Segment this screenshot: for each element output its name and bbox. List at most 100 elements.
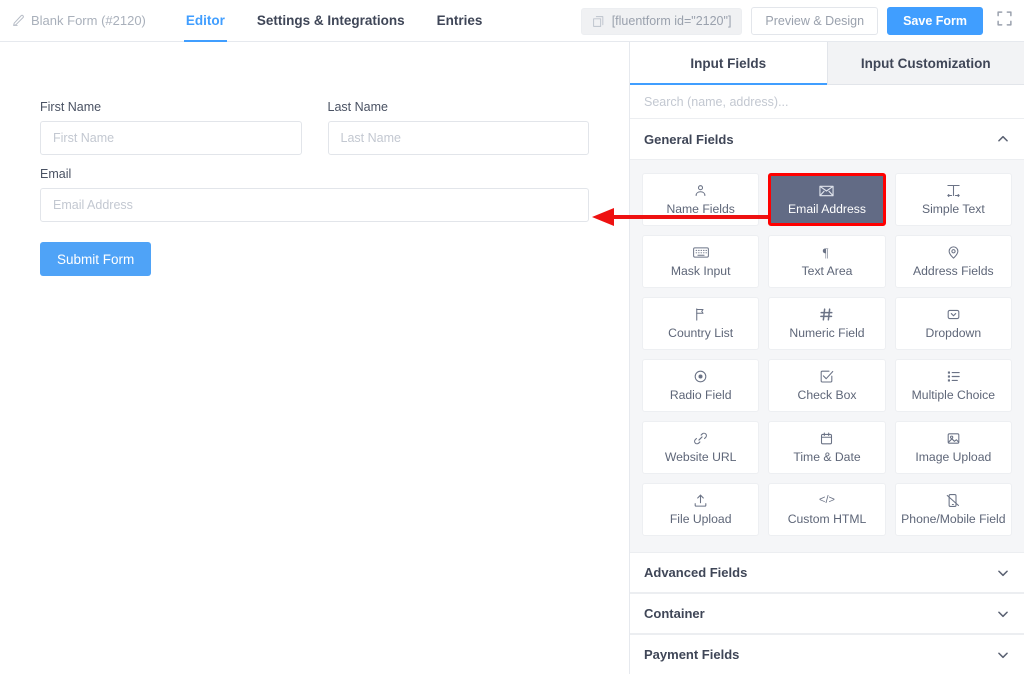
field-tile-grid: Name Fields Email Address Simple Text Mask … (630, 160, 1024, 552)
phone-icon (946, 493, 961, 508)
toolbar-actions: [fluentform id="2120"] Preview & Design … (580, 0, 1024, 42)
field-tile-label: Image Upload (915, 450, 992, 464)
section-general-fields-header[interactable]: General Fields (630, 119, 1024, 160)
keyboard-icon (692, 245, 709, 260)
section-payment-fields[interactable]: Payment Fields (630, 634, 1024, 674)
field-tile-label: Email Address (788, 202, 866, 216)
tab-entries[interactable]: Entries (421, 0, 499, 42)
form-preview: First Name Last Name Email Submit Form (0, 42, 629, 276)
chevron-down-icon (996, 607, 1010, 621)
chevron-up-icon (996, 132, 1010, 146)
field-tile-label: Custom HTML (787, 512, 867, 526)
main-nav-tabs: Editor Settings & Integrations Entries (170, 0, 499, 42)
email-input[interactable] (40, 188, 589, 222)
field-tile-label: Numeric Field (789, 326, 865, 340)
search-wrap (630, 85, 1024, 119)
field-tile-label: Radio Field (669, 388, 732, 402)
shortcode-text: [fluentform id="2120"] (611, 14, 732, 28)
code-icon: </> (819, 494, 835, 506)
field-tile-text-area[interactable]: ¶ Text Area (768, 235, 886, 288)
map-pin-icon (946, 245, 961, 260)
envelope-icon (819, 183, 835, 198)
field-tile-label: Time & Date (793, 450, 861, 464)
tab-input-fields-label: Input Fields (690, 55, 767, 71)
field-tile-multiple-choice[interactable]: Multiple Choice (894, 359, 1012, 412)
section-advanced-fields-title: Advanced Fields (644, 565, 748, 580)
form-editor-canvas: First Name Last Name Email Submit Form (0, 42, 630, 674)
hash-icon (819, 307, 834, 322)
field-tile-label: Dropdown (925, 326, 982, 340)
field-tile-label: Multiple Choice (911, 388, 995, 402)
search-input[interactable] (630, 85, 1024, 118)
submit-row: Submit Form (40, 242, 589, 276)
field-tile-phone-mobile-field[interactable]: Phone/Mobile Field (894, 483, 1012, 536)
first-name-input[interactable] (40, 121, 302, 155)
link-icon (693, 431, 708, 446)
field-tile-country-list[interactable]: Country List (642, 297, 760, 350)
field-tile-label: File Upload (669, 512, 732, 526)
field-tile-check-box[interactable]: Check Box (768, 359, 886, 412)
tab-editor[interactable]: Editor (170, 0, 241, 42)
form-title[interactable]: Blank Form (#2120) (12, 13, 146, 28)
copy-icon (592, 15, 605, 28)
field-tile-mask-input[interactable]: Mask Input (642, 235, 760, 288)
chevron-down-icon (996, 566, 1010, 580)
field-last-name[interactable]: Last Name (327, 100, 589, 155)
field-tile-simple-text[interactable]: Simple Text (894, 173, 1012, 226)
field-library-panel: Input Fields Input Customization General… (630, 42, 1024, 674)
tab-input-fields[interactable]: Input Fields (630, 42, 828, 85)
field-tile-label: Website URL (664, 450, 737, 464)
radio-icon (693, 369, 708, 384)
preview-design-button[interactable]: Preview & Design (751, 7, 879, 35)
field-tile-label: Text Area (801, 264, 853, 278)
tab-entries-label: Entries (436, 13, 483, 28)
email-field-row: Email (40, 167, 589, 222)
field-tile-website-url[interactable]: Website URL (642, 421, 760, 474)
field-tile-numeric-field[interactable]: Numeric Field (768, 297, 886, 350)
list-icon (946, 369, 961, 384)
field-tile-label: Simple Text (921, 202, 985, 216)
field-tile-email-address[interactable]: Email Address (768, 173, 886, 226)
shortcode-field[interactable]: [fluentform id="2120"] (580, 7, 743, 35)
save-form-button[interactable]: Save Form (887, 7, 983, 35)
paragraph-icon: ¶ (819, 245, 834, 260)
field-tile-custom-html[interactable]: </> Custom HTML (768, 483, 886, 536)
section-container[interactable]: Container (630, 593, 1024, 634)
field-tile-radio-field[interactable]: Radio Field (642, 359, 760, 412)
user-icon (693, 183, 708, 198)
field-tile-label: Mask Input (670, 264, 731, 278)
dropdown-icon (946, 307, 961, 322)
fluentform-form-editor: Blank Form (#2120) Editor Settings & Int… (0, 0, 1024, 674)
section-advanced-fields[interactable]: Advanced Fields (630, 552, 1024, 593)
top-toolbar: Blank Form (#2120) Editor Settings & Int… (0, 0, 1024, 42)
first-name-label: First Name (40, 100, 102, 114)
tab-input-customization-label: Input Customization (860, 55, 991, 71)
image-icon (946, 431, 961, 446)
field-tile-image-upload[interactable]: Image Upload (894, 421, 1012, 474)
fullscreen-toggle-button[interactable] (993, 10, 1015, 32)
field-tile-dropdown[interactable]: Dropdown (894, 297, 1012, 350)
field-first-name[interactable]: First Name (40, 100, 302, 155)
submit-form-button[interactable]: Submit Form (40, 242, 152, 276)
pencil-icon (12, 14, 25, 27)
form-title-text: Blank Form (#2120) (31, 13, 146, 28)
tab-settings-integrations[interactable]: Settings & Integrations (241, 0, 421, 42)
field-tile-name-fields[interactable]: Name Fields (642, 173, 760, 226)
calendar-icon (819, 431, 834, 446)
tab-settings-integrations-label: Settings & Integrations (256, 13, 405, 28)
field-email[interactable]: Email (40, 167, 589, 222)
section-general-fields-title: General Fields (644, 131, 734, 147)
tab-input-customization[interactable]: Input Customization (827, 42, 1024, 84)
field-tile-label: Country List (668, 326, 734, 340)
panel-tabs: Input Fields Input Customization (630, 42, 1024, 85)
field-tile-file-upload[interactable]: File Upload (642, 483, 760, 536)
flag-icon (693, 307, 708, 322)
field-tile-label: Address Fields (913, 264, 994, 278)
last-name-input[interactable] (327, 121, 589, 155)
section-container-title: Container (644, 606, 705, 621)
name-fields-row: First Name Last Name (40, 100, 589, 155)
fullscreen-icon (996, 10, 1013, 32)
field-tile-time-date[interactable]: Time & Date (768, 421, 886, 474)
field-tile-address-fields[interactable]: Address Fields (894, 235, 1012, 288)
preview-design-label: Preview & Design (765, 14, 865, 28)
